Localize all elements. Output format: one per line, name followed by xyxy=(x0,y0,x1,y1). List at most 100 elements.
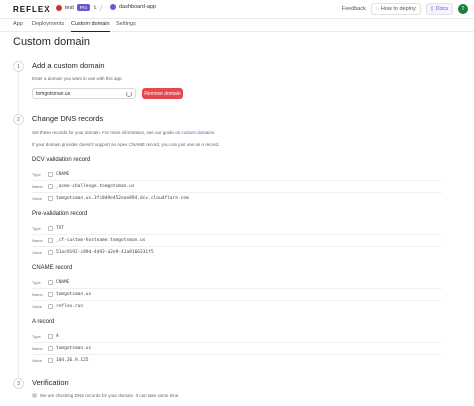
tab-custom-domain-label: Custom domain xyxy=(71,21,110,27)
step-description: Enter a domain you want to use with this… xyxy=(32,76,123,81)
copy-icon[interactable] xyxy=(48,303,53,309)
book-icon: ▯ xyxy=(430,6,434,12)
record-title: A record xyxy=(32,319,55,325)
record-title: DCV validation record xyxy=(32,157,91,163)
record-key: Type xyxy=(32,279,41,285)
record-value: tomgotsman.us.3fc8d9e452eae894.dcv.cloud… xyxy=(56,195,189,201)
record-value: tomgotsman.us xyxy=(56,291,92,297)
record-row-name: Name tomgotsman.us xyxy=(32,343,91,353)
record-key: Value xyxy=(32,303,42,309)
dns-description-text: Set these records for your domain. For m… xyxy=(32,130,182,135)
record-row-type: Type TXT xyxy=(32,223,64,233)
record-row-name: Name tomgotsman.us xyxy=(32,289,91,299)
record-title: Pre-validation record xyxy=(32,211,88,217)
verification-text: We are checking DNS records for your dom… xyxy=(40,393,180,398)
copy-icon[interactable] xyxy=(48,279,53,285)
copy-icon[interactable] xyxy=(48,225,53,231)
record-key: Name xyxy=(32,345,43,351)
team-avatar xyxy=(56,4,62,11)
record-key: Name xyxy=(32,291,43,297)
tab-deployments[interactable]: Deployments xyxy=(32,21,64,27)
domain-input-value: tomgotsman.us xyxy=(36,91,71,97)
app-tabs: App Deployments Custom domain Settings xyxy=(0,19,474,32)
step-number: 3 xyxy=(13,378,24,389)
dns-description-end: . xyxy=(214,130,216,135)
docs-label: Docs xyxy=(435,6,448,12)
custom-domains-link[interactable]: custom domains xyxy=(181,130,214,135)
copy-icon[interactable] xyxy=(48,291,53,297)
record-key: Name xyxy=(32,237,43,243)
step-title: Change DNS records xyxy=(32,114,104,123)
record-row-value: Value 104.26.9.125 xyxy=(32,355,89,365)
breadcrumb-separator: / xyxy=(100,4,103,13)
record-key: Type xyxy=(32,333,41,339)
record-value: 51ac9192-c89d-4d93-a2e9-41a9166331f5 xyxy=(56,249,154,255)
step-connector xyxy=(18,70,19,114)
record-key: Value xyxy=(32,249,42,255)
tab-app[interactable]: App xyxy=(13,21,23,27)
step-title: Add a custom domain xyxy=(32,61,105,70)
record-value: 104.26.9.125 xyxy=(56,357,89,363)
record-key: Value xyxy=(32,357,42,363)
tab-settings[interactable]: Settings xyxy=(116,21,136,27)
record-key: Type xyxy=(32,171,41,177)
copy-icon[interactable] xyxy=(48,171,53,177)
record-key: Name xyxy=(32,183,43,189)
record-value: tomgotsman.us xyxy=(56,345,92,351)
record-title: CNAME record xyxy=(32,265,73,271)
feedback-link[interactable]: Feedback xyxy=(342,6,366,12)
step-number: 2 xyxy=(13,114,24,125)
page-title: Custom domain xyxy=(13,36,91,48)
record-row-value: Value reflex.run xyxy=(32,301,83,311)
project-name: dashboard-app xyxy=(119,4,157,10)
how-to-deploy-button[interactable]: ◌ How to deploy xyxy=(370,3,421,15)
tab-custom-domain[interactable]: Custom domain xyxy=(71,21,110,32)
copy-icon[interactable] xyxy=(48,237,53,243)
record-value: _acme-challenge.tomgotsman.us xyxy=(56,183,135,189)
divider xyxy=(32,300,442,301)
verification-status: We are checking DNS records for your dom… xyxy=(32,393,179,398)
project-avatar xyxy=(110,4,116,10)
record-value: CNAME xyxy=(56,171,70,177)
record-row-type: Type CNAME xyxy=(32,277,70,287)
divider xyxy=(32,342,442,343)
project-switcher[interactable]: dashboard-app xyxy=(110,4,156,10)
apex-note: If your domain provider doesn't support … xyxy=(32,142,220,147)
copy-icon[interactable] xyxy=(48,333,53,339)
plan-badge: Pro xyxy=(76,4,90,11)
chevron-up-down-icon: ⇅ xyxy=(92,4,98,11)
help-circle-icon: ◌ xyxy=(375,6,379,12)
record-row-name: Name _acme-challenge.tomgotsman.us xyxy=(32,181,135,191)
record-key: Value xyxy=(32,195,42,201)
user-avatar[interactable]: T xyxy=(458,4,468,14)
reflex-logo[interactable]: REFLEX xyxy=(13,5,51,14)
breadcrumb-separator: / xyxy=(46,4,49,13)
remove-domain-button[interactable]: Remove domain xyxy=(142,88,183,99)
copy-icon[interactable] xyxy=(48,195,53,201)
domain-input[interactable]: tomgotsman.us xyxy=(32,88,136,99)
record-row-type: Type CNAME xyxy=(32,169,70,179)
divider xyxy=(32,354,442,355)
team-name: test xyxy=(65,4,74,11)
copy-icon[interactable] xyxy=(48,357,53,363)
record-value: TXT xyxy=(56,225,65,231)
active-tab-indicator xyxy=(71,31,110,32)
divider xyxy=(32,288,442,289)
info-icon xyxy=(32,393,37,398)
record-row-value: Value 51ac9192-c89d-4d93-a2e9-41a9166331… xyxy=(32,247,154,257)
loading-spinner-icon xyxy=(126,91,132,97)
record-row-value: Value tomgotsman.us.3fc8d9e452eae894.dcv… xyxy=(32,193,189,203)
record-value: CNAME xyxy=(56,279,70,285)
copy-icon[interactable] xyxy=(48,183,53,189)
team-switcher[interactable]: test Pro ⇅ xyxy=(56,4,97,11)
step-number: 1 xyxy=(13,61,24,72)
top-bar: REFLEX / test Pro ⇅ / dashboard-app Feed… xyxy=(0,0,474,19)
record-value: reflex.run xyxy=(56,303,84,309)
record-value: _cf-custom-hostname.tomgotsman.us xyxy=(56,237,146,243)
docs-button[interactable]: ▯ Docs xyxy=(425,3,453,15)
dns-description: Set these records for your domain. For m… xyxy=(32,130,215,135)
copy-icon[interactable] xyxy=(48,345,53,351)
step-title: Verification xyxy=(32,378,69,387)
record-row-name: Name _cf-custom-hostname.tomgotsman.us xyxy=(32,235,145,245)
copy-icon[interactable] xyxy=(48,249,53,255)
